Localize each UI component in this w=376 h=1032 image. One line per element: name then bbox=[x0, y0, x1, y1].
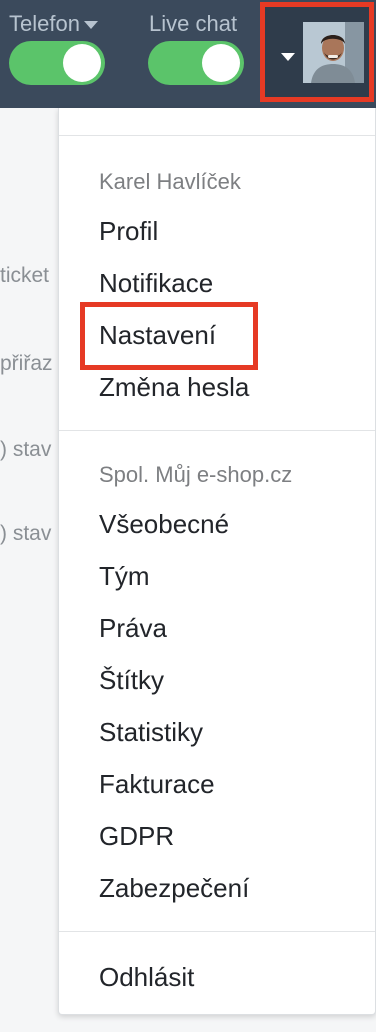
divider bbox=[59, 931, 375, 932]
toggle-knob bbox=[63, 44, 101, 82]
menu-item-statistiky[interactable]: Statistiky bbox=[99, 717, 203, 748]
background-text: ticket bbox=[0, 264, 50, 287]
livechat-group: Live chat bbox=[149, 10, 237, 38]
user-menu-button[interactable] bbox=[260, 2, 374, 102]
menu-item-notifikace[interactable]: Notifikace bbox=[99, 268, 213, 299]
menu-item-tym[interactable]: Tým bbox=[99, 561, 150, 592]
company-name-heading: Spol. Můj e-shop.cz bbox=[99, 462, 293, 487]
menu-item-fakturace[interactable]: Fakturace bbox=[99, 769, 215, 800]
logout-menu-item[interactable]: Odhlásit bbox=[99, 962, 194, 993]
menu-item-profil[interactable]: Profil bbox=[99, 216, 158, 247]
menu-item-prava[interactable]: Práva bbox=[99, 613, 167, 644]
background-text: ) stav bbox=[0, 522, 52, 545]
user-name-heading: Karel Havlíček bbox=[99, 169, 241, 194]
background-text: přiřaz bbox=[0, 352, 53, 375]
highlight-box bbox=[80, 302, 258, 370]
caret-down-icon bbox=[281, 53, 295, 61]
menu-item-zabezpeceni[interactable]: Zabezpečení bbox=[99, 873, 249, 904]
background-text: ) stav bbox=[0, 438, 52, 461]
telefon-toggle[interactable] bbox=[9, 41, 105, 85]
livechat-label: Live chat bbox=[149, 11, 238, 36]
chevron-down-icon bbox=[83, 21, 98, 29]
user-dropdown-menu: Karel Havlíček Profil Notifikace Nastave… bbox=[58, 108, 376, 1015]
toggle-knob bbox=[202, 44, 240, 82]
telefon-group: Telefon bbox=[9, 10, 98, 38]
menu-item-stitky[interactable]: Štítky bbox=[99, 665, 164, 696]
telefon-label: Telefon bbox=[9, 11, 80, 36]
top-bar: Telefon Live chat bbox=[0, 0, 376, 108]
menu-item-vseobecne[interactable]: Všeobecné bbox=[99, 509, 229, 540]
divider bbox=[59, 135, 375, 136]
user-photo-icon bbox=[303, 22, 364, 83]
divider bbox=[59, 430, 375, 431]
avatar bbox=[303, 22, 364, 83]
telefon-dropdown[interactable]: Telefon bbox=[9, 10, 98, 38]
menu-item-gdpr[interactable]: GDPR bbox=[99, 821, 174, 852]
livechat-toggle[interactable] bbox=[148, 41, 244, 85]
menu-item-zmena-hesla[interactable]: Změna hesla bbox=[99, 372, 249, 403]
